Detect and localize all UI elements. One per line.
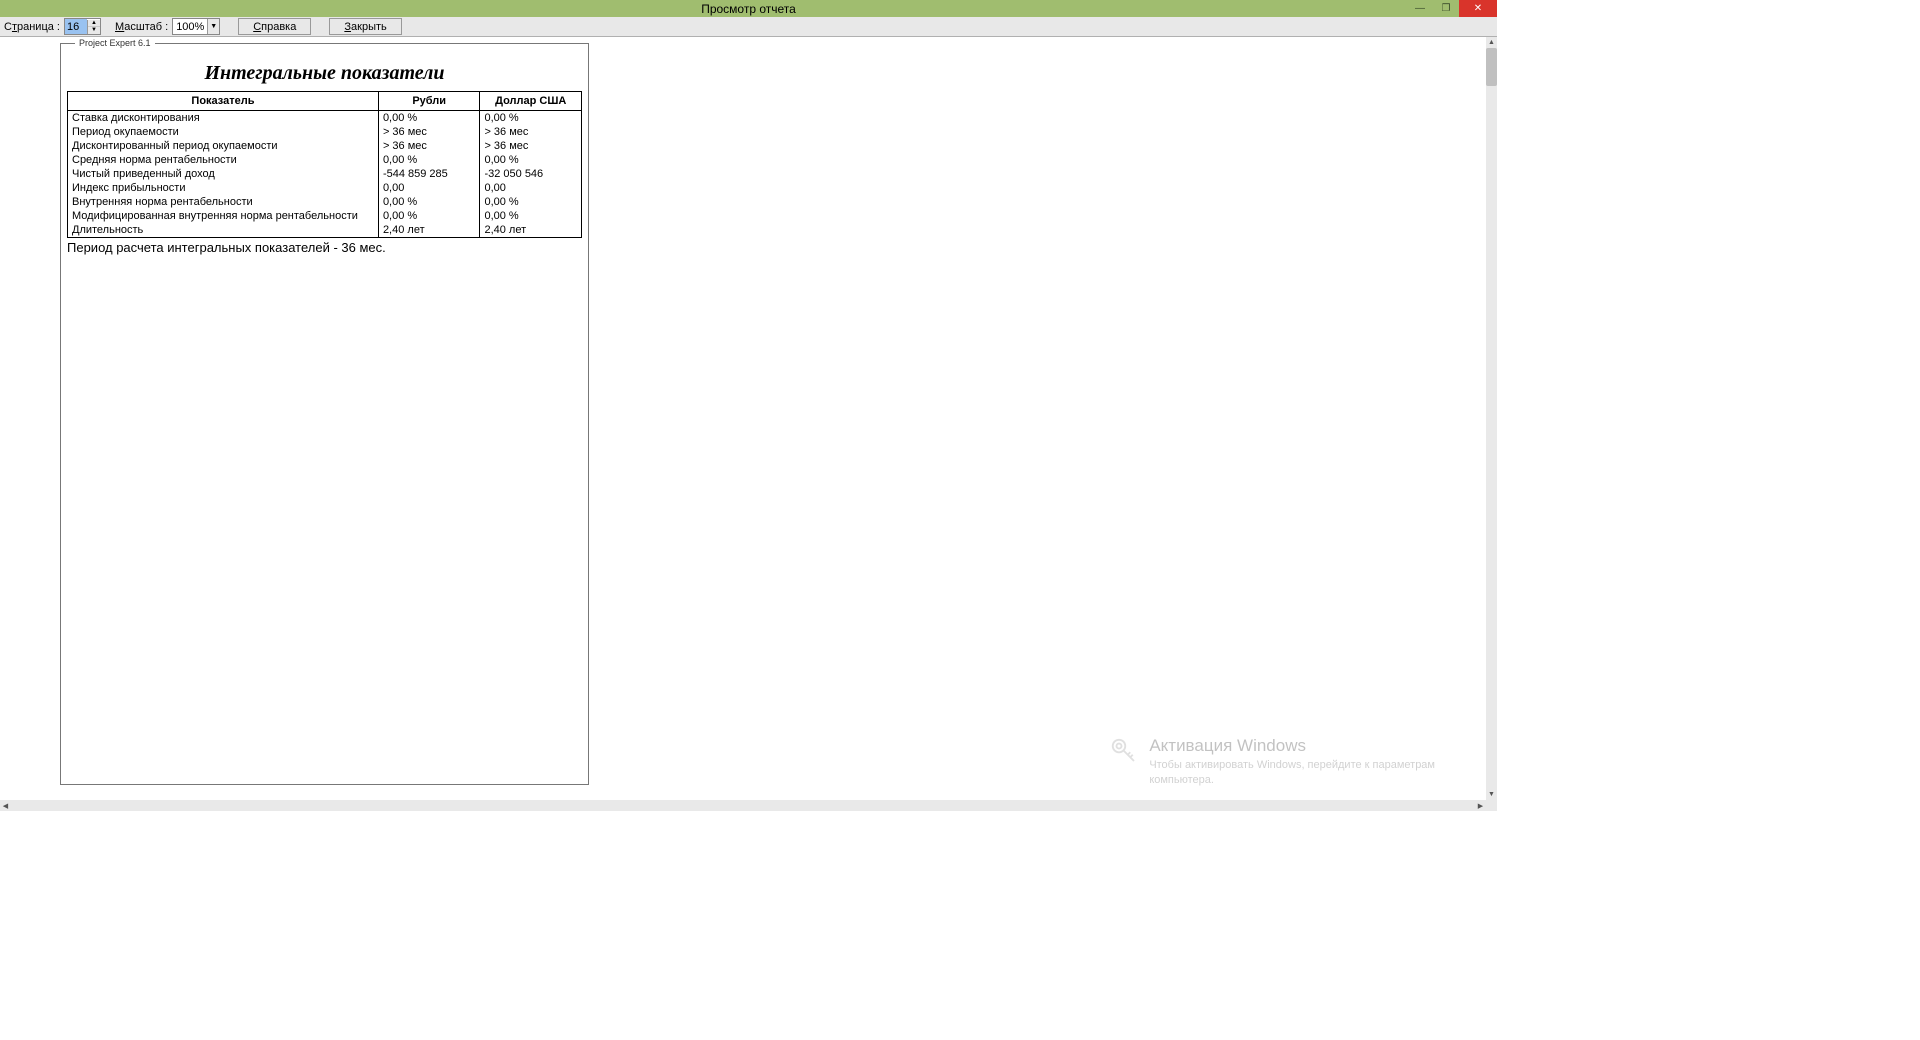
title-bar: Просмотр отчета — ❐ ✕ — [0, 0, 1497, 17]
activation-watermark: Активация Windows Чтобы активировать Win… — [1109, 736, 1435, 787]
help-button[interactable]: Справка — [238, 18, 311, 35]
zoom-select[interactable]: 100% ▼ — [172, 18, 220, 35]
col-header-indicator: Показатель — [68, 92, 379, 111]
cell-usd: > 36 мес — [480, 139, 582, 153]
table-row: Индекс прибыльности0,000,00 — [68, 181, 582, 195]
cell-indicator: Индекс прибыльности — [68, 181, 379, 195]
cell-usd: > 36 мес — [480, 125, 582, 139]
chevron-down-icon[interactable]: ▼ — [207, 19, 219, 34]
close-report-button[interactable]: Закрыть — [329, 18, 401, 35]
cell-usd: 0,00 % — [480, 209, 582, 223]
cell-rub: 0,00 % — [378, 153, 480, 167]
table-row: Период окупаемости> 36 мес> 36 мес — [68, 125, 582, 139]
table-row: Средняя норма рентабельности0,00 %0,00 % — [68, 153, 582, 167]
cell-usd: 0,00 % — [480, 111, 582, 126]
cell-rub: > 36 мес — [378, 139, 480, 153]
report-title: Интегральные показатели — [67, 62, 582, 85]
window-controls: — ❐ ✕ — [1407, 0, 1497, 17]
close-button[interactable]: ✕ — [1459, 0, 1497, 17]
table-row: Внутренняя норма рентабельности0,00 %0,0… — [68, 195, 582, 209]
scroll-left-icon[interactable]: ◀ — [0, 800, 11, 811]
page-label: Страница : — [4, 21, 60, 33]
cell-indicator: Дисконтированный период окупаемости — [68, 139, 379, 153]
table-row: Длительность2,40 лет2,40 лет — [68, 223, 582, 238]
page-input[interactable] — [65, 19, 87, 34]
table-row: Чистый приведенный доход-544 859 285-32 … — [68, 167, 582, 181]
cell-indicator: Средняя норма рентабельности — [68, 153, 379, 167]
zoom-value: 100% — [173, 21, 207, 33]
minimize-button[interactable]: — — [1407, 0, 1433, 17]
col-header-usd: Доллар США — [480, 92, 582, 111]
maximize-button[interactable]: ❐ — [1433, 0, 1459, 17]
cell-rub: 0,00 % — [378, 209, 480, 223]
cell-usd: 0,00 — [480, 181, 582, 195]
cell-indicator: Ставка дисконтирования — [68, 111, 379, 126]
col-header-rub: Рубли — [378, 92, 480, 111]
report-note: Период расчета интегральных показателей … — [67, 240, 582, 255]
cell-rub: -544 859 285 — [378, 167, 480, 181]
watermark-title: Активация Windows — [1149, 736, 1435, 756]
report-frame: Project Expert 6.1 Интегральные показате… — [60, 43, 589, 785]
cell-usd: 0,00 % — [480, 195, 582, 209]
toolbar: Страница : ▲ ▼ Масштаб : 100% ▼ Справка … — [0, 17, 1497, 37]
cell-indicator: Чистый приведенный доход — [68, 167, 379, 181]
cell-usd: -32 050 546 — [480, 167, 582, 181]
scroll-right-icon[interactable]: ▶ — [1475, 800, 1486, 811]
page-spinner[interactable]: ▲ ▼ — [64, 18, 101, 35]
cell-indicator: Модифицированная внутренняя норма рентаб… — [68, 209, 379, 223]
spin-up-icon[interactable]: ▲ — [88, 20, 100, 27]
watermark-text: Чтобы активировать Windows, перейдите к … — [1149, 758, 1435, 787]
table-row: Дисконтированный период окупаемости> 36 … — [68, 139, 582, 153]
cell-rub: > 36 мес — [378, 125, 480, 139]
cell-usd: 2,40 лет — [480, 223, 582, 238]
content-area: Project Expert 6.1 Интегральные показате… — [0, 37, 1486, 800]
report-table: Показатель Рубли Доллар США Ставка диско… — [67, 91, 582, 238]
scroll-thumb[interactable] — [1486, 48, 1497, 86]
key-icon — [1109, 736, 1139, 766]
scroll-up-icon[interactable]: ▲ — [1486, 37, 1497, 48]
cell-rub: 0,00 % — [378, 195, 480, 209]
cell-rub: 2,40 лет — [378, 223, 480, 238]
table-row: Ставка дисконтирования0,00 %0,00 % — [68, 111, 582, 126]
cell-rub: 0,00 — [378, 181, 480, 195]
horizontal-scrollbar[interactable]: ◀ ▶ — [0, 800, 1486, 811]
table-row: Модифицированная внутренняя норма рентаб… — [68, 209, 582, 223]
scroll-corner — [1486, 800, 1497, 811]
cell-usd: 0,00 % — [480, 153, 582, 167]
cell-indicator: Период окупаемости — [68, 125, 379, 139]
frame-legend: Project Expert 6.1 — [75, 38, 155, 48]
spin-down-icon[interactable]: ▼ — [88, 27, 100, 34]
vertical-scrollbar[interactable]: ▲ ▼ — [1486, 37, 1497, 800]
cell-rub: 0,00 % — [378, 111, 480, 126]
zoom-label: Масштаб : — [115, 21, 168, 33]
scroll-down-icon[interactable]: ▼ — [1486, 789, 1497, 800]
window-title: Просмотр отчета — [701, 2, 796, 16]
cell-indicator: Длительность — [68, 223, 379, 238]
cell-indicator: Внутренняя норма рентабельности — [68, 195, 379, 209]
